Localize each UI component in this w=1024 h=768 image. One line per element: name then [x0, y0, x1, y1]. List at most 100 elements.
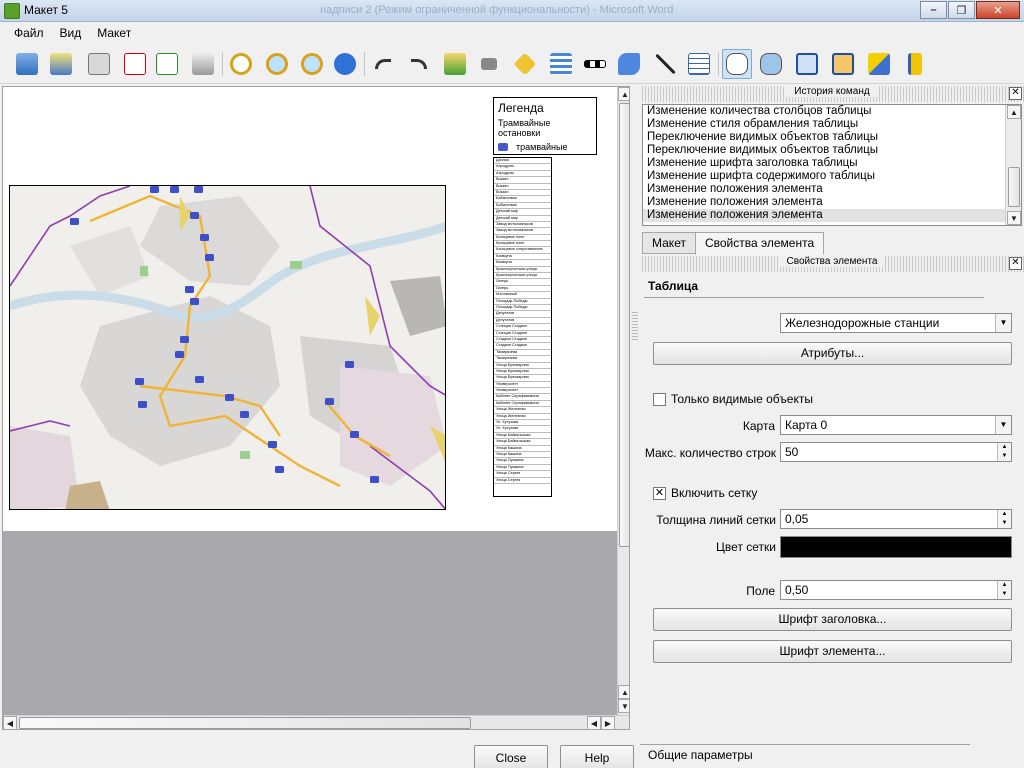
move-content-icon[interactable]	[756, 49, 786, 79]
general-params-section[interactable]: Общие параметры	[648, 748, 753, 762]
item-properties-panel: Таблица Слой Железнодорожные станции ▼ А…	[640, 272, 1024, 738]
zoom-in-icon[interactable]	[262, 49, 292, 79]
spin-up-icon[interactable]: ▲	[998, 581, 1011, 590]
checkbox-icon[interactable]	[653, 392, 666, 406]
legend-item-label: трамвайные	[516, 142, 568, 152]
minimize-button[interactable]: –	[920, 1, 947, 19]
add-image-icon[interactable]	[474, 49, 504, 79]
menu-view[interactable]: Вид	[52, 26, 90, 40]
undo-icon[interactable]	[368, 49, 398, 79]
chevron-down-icon[interactable]: ▼	[995, 416, 1011, 434]
export-pdf-icon[interactable]	[120, 49, 150, 79]
zoom-full-icon[interactable]	[226, 49, 256, 79]
scroll-up-button[interactable]: ▲	[618, 87, 629, 101]
margin-spinbox[interactable]: 0,50 ▲ ▼	[780, 580, 1012, 600]
raise-items-icon[interactable]	[864, 49, 894, 79]
history-item-selected[interactable]: Изменение положения элемента	[643, 209, 1021, 222]
zoom-out-icon[interactable]	[297, 49, 327, 79]
history-item[interactable]: Переключение видимых объектов таблицы	[643, 131, 1021, 144]
history-list[interactable]: Изменение количества столбцов таблицы Из…	[642, 104, 1022, 226]
align-items-icon[interactable]	[900, 49, 930, 79]
history-scrollbar[interactable]: ▲ ▼	[1005, 105, 1021, 225]
close-history-dock-button[interactable]: ✕	[1009, 87, 1022, 100]
history-scroll-up-button[interactable]: ▲	[1007, 105, 1021, 119]
tab-item-properties[interactable]: Свойства элемента	[694, 232, 825, 255]
spin-up-icon[interactable]: ▲	[998, 443, 1011, 452]
layer-combobox[interactable]: Железнодорожные станции ▼	[780, 313, 1012, 333]
history-item[interactable]: Изменение шрифта содержимого таблицы	[643, 170, 1021, 183]
close-window-button[interactable]: ✕	[976, 1, 1020, 19]
dock-splitter[interactable]	[632, 310, 638, 340]
show-grid-checkbox[interactable]: ✕ Включить сетку	[653, 486, 757, 500]
close-button[interactable]: Close	[474, 745, 548, 768]
spin-down-icon[interactable]: ▼	[998, 590, 1011, 599]
header-font-button[interactable]: Шрифт заголовка...	[653, 608, 1012, 631]
chevron-down-icon[interactable]: ▼	[995, 314, 1011, 332]
history-item[interactable]: Переключение видимых объектов таблицы	[643, 144, 1021, 157]
scroll-right-button[interactable]: ▶	[601, 716, 615, 729]
history-item[interactable]: Изменение положения элемента	[643, 196, 1021, 209]
spin-down-icon[interactable]: ▼	[998, 452, 1011, 461]
canvas-vscroll-thumb[interactable]	[619, 103, 629, 547]
group-icon[interactable]	[792, 49, 822, 79]
map-label: Карта	[742, 419, 775, 433]
add-legend-icon[interactable]	[546, 49, 576, 79]
grid-color-button[interactable]	[780, 536, 1012, 558]
content-font-button[interactable]: Шрифт элемента...	[653, 640, 1012, 663]
layout-canvas[interactable]: Легенда Трамвайные остановки трамвайные …	[2, 86, 630, 730]
canvas-vertical-scrollbar[interactable]: ▲ ▲ ▼	[617, 87, 629, 715]
grid-color-label: Цвет сетки	[716, 540, 776, 554]
max-rows-spinbox[interactable]: 50 ▲ ▼	[780, 442, 1012, 462]
canvas-hscroll-thumb[interactable]	[19, 717, 471, 729]
export-svg-icon[interactable]	[152, 49, 182, 79]
redo-icon[interactable]	[404, 49, 434, 79]
history-item[interactable]: Изменение количества столбцов таблицы	[643, 105, 1021, 118]
history-item[interactable]: Изменение стиля обрамления таблицы	[643, 118, 1021, 131]
scroll-up-button-2[interactable]: ▲	[618, 685, 629, 699]
checkbox-checked-icon[interactable]: ✕	[653, 486, 666, 500]
ungroup-icon[interactable]	[828, 49, 858, 79]
select-move-item-icon[interactable]	[722, 49, 752, 79]
export-image-icon[interactable]	[84, 49, 114, 79]
add-shape-icon[interactable]	[614, 49, 644, 79]
window-title: Макет 5	[24, 3, 68, 17]
history-scroll-down-button[interactable]: ▼	[1007, 211, 1021, 225]
app-icon	[4, 3, 20, 19]
close-properties-dock-button[interactable]: ✕	[1009, 257, 1022, 270]
map-combobox[interactable]: Карта 0 ▼	[780, 415, 1012, 435]
title-bar: Макет 5 надписи 2 (Режим ограниченной фу…	[0, 0, 1024, 22]
add-arrow-icon[interactable]	[650, 49, 680, 79]
attributes-button[interactable]: Атрибуты...	[653, 342, 1012, 365]
menu-file[interactable]: Файл	[6, 26, 52, 40]
save-template-icon[interactable]	[46, 49, 76, 79]
toolbar	[0, 44, 1024, 84]
tab-layout[interactable]: Макет	[642, 232, 696, 254]
add-map-icon[interactable]	[440, 49, 470, 79]
history-item[interactable]: Изменение положения элемента	[643, 183, 1021, 196]
attribute-table-item[interactable]: Дачная Аэродром Аэродром Вокзал Вокзал Вокзал…	[493, 157, 552, 497]
visible-only-checkbox[interactable]: Только видимые объекты	[653, 392, 813, 406]
scroll-left-button[interactable]: ◀	[3, 716, 17, 729]
legend-layer-name: Трамвайные остановки	[498, 118, 551, 138]
table-section-header[interactable]: Таблица	[644, 276, 1020, 298]
legend-item[interactable]: Легенда Трамвайные остановки трамвайные	[493, 97, 597, 155]
refresh-icon[interactable]	[330, 49, 360, 79]
spin-up-icon[interactable]: ▲	[998, 510, 1011, 519]
canvas-horizontal-scrollbar[interactable]: ◀ ◀ ▶	[3, 715, 629, 729]
add-label-icon[interactable]	[510, 49, 540, 79]
menu-layout[interactable]: Макет	[89, 26, 139, 40]
maximize-button[interactable]: ❐	[948, 1, 975, 19]
add-scalebar-icon[interactable]	[580, 49, 610, 79]
history-scroll-thumb[interactable]	[1008, 167, 1020, 207]
scroll-down-button[interactable]: ▼	[618, 699, 629, 713]
history-item[interactable]: Изменение шрифта заголовка таблицы	[643, 157, 1021, 170]
spin-down-icon[interactable]: ▼	[998, 519, 1011, 528]
add-table-icon[interactable]	[684, 49, 714, 79]
help-button[interactable]: Help	[560, 745, 634, 768]
menu-bar: Файл Вид Макет	[0, 22, 1024, 44]
scroll-left-button-2[interactable]: ◀	[587, 716, 601, 729]
open-folder-icon[interactable]	[12, 49, 42, 79]
print-icon[interactable]	[188, 49, 218, 79]
map-item[interactable]	[9, 185, 446, 510]
grid-line-width-spinbox[interactable]: 0,05 ▲ ▼	[780, 509, 1012, 529]
